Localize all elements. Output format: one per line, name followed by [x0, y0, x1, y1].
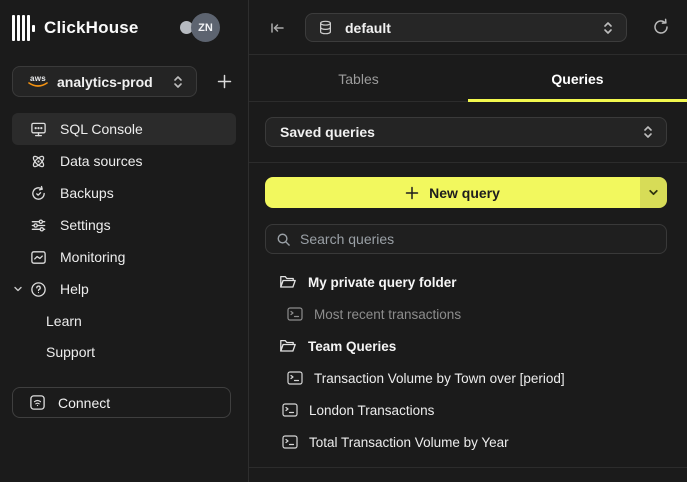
- plus-icon: [405, 186, 419, 200]
- database-name: default: [345, 20, 602, 36]
- sidebar-item-label: SQL Console: [60, 121, 143, 137]
- query-terminal-icon: [287, 307, 303, 321]
- query-label: Most recent transactions: [314, 307, 461, 322]
- query-terminal-icon: [282, 435, 298, 449]
- saved-queries-label: Saved queries: [280, 124, 642, 140]
- avatar[interactable]: ZN: [191, 13, 220, 42]
- sidebar-item-support[interactable]: Support: [12, 336, 236, 367]
- organization-name: analytics-prod: [57, 74, 172, 90]
- sidebar-item-label: Settings: [60, 217, 111, 233]
- tab-queries[interactable]: Queries: [468, 56, 687, 101]
- tab-tables[interactable]: Tables: [249, 56, 468, 101]
- aws-icon: aws: [27, 75, 49, 88]
- add-service-button[interactable]: [212, 70, 236, 94]
- sidebar-item-sql-console[interactable]: SQL Console: [12, 113, 236, 145]
- new-query-dropdown-button[interactable]: [640, 177, 667, 208]
- search-queries-input[interactable]: [300, 231, 656, 247]
- settings-icon: [30, 217, 47, 234]
- sidebar-item-label: Data sources: [60, 153, 142, 169]
- connect-icon: [29, 394, 46, 411]
- folder-label: My private query folder: [308, 275, 457, 290]
- sidebar-item-label: Backups: [60, 185, 114, 201]
- bottom-divider: [249, 467, 687, 468]
- query-row[interactable]: Most recent transactions: [249, 298, 687, 330]
- sidebar-item-settings[interactable]: Settings: [12, 209, 236, 241]
- database-select[interactable]: default: [305, 13, 627, 42]
- panel-topbar: default: [249, 0, 687, 55]
- sidebar-item-monitoring[interactable]: Monitoring: [12, 241, 236, 273]
- saved-queries-select[interactable]: Saved queries: [265, 117, 667, 147]
- new-query-button-group: New query: [265, 177, 667, 208]
- folder-open-icon: [279, 338, 297, 354]
- query-folder-row[interactable]: My private query folder: [249, 266, 687, 298]
- sql-console-icon: [30, 121, 47, 138]
- chevron-updown-icon: [172, 74, 184, 90]
- chevron-down-icon: [13, 284, 23, 294]
- query-row[interactable]: Transaction Volume by Town over [period]: [249, 362, 687, 394]
- query-row[interactable]: London Transactions: [249, 394, 687, 426]
- query-terminal-icon: [287, 371, 303, 385]
- query-terminal-icon: [282, 403, 298, 417]
- connect-label: Connect: [58, 395, 110, 411]
- sidebar: ClickHouse ZN aws analytics-prod SQL Con…: [0, 0, 248, 482]
- sidebar-nav: SQL Console Data sources Backups Setting…: [12, 113, 236, 367]
- database-icon: [318, 20, 333, 35]
- brand-header: ClickHouse ZN: [12, 12, 236, 44]
- query-row[interactable]: Total Transaction Volume by Year: [249, 426, 687, 458]
- brand-name: ClickHouse: [44, 18, 139, 38]
- monitoring-icon: [30, 249, 47, 266]
- query-label: Total Transaction Volume by Year: [309, 435, 509, 450]
- sidebar-item-backups[interactable]: Backups: [12, 177, 236, 209]
- new-query-button[interactable]: New query: [265, 177, 640, 208]
- refresh-icon[interactable]: [651, 17, 671, 37]
- connect-button[interactable]: Connect: [12, 387, 231, 418]
- query-label: Transaction Volume by Town over [period]: [314, 371, 565, 386]
- panel-tabs: Tables Queries: [249, 56, 687, 102]
- new-query-label: New query: [429, 185, 500, 201]
- backups-icon: [30, 185, 47, 202]
- search-icon: [276, 232, 291, 247]
- query-tree: My private query folder Most recent tran…: [249, 266, 687, 458]
- sidebar-item-label: Help: [60, 281, 89, 297]
- clickhouse-console-window: ClickHouse ZN aws analytics-prod SQL Con…: [0, 0, 687, 482]
- section-divider: [249, 162, 687, 163]
- collapse-panel-icon[interactable]: [267, 18, 287, 38]
- search-queries-box: [265, 224, 667, 254]
- query-folder-row[interactable]: Team Queries: [249, 330, 687, 362]
- query-label: London Transactions: [309, 403, 434, 418]
- organization-select[interactable]: aws analytics-prod: [12, 66, 197, 97]
- chevron-down-icon: [648, 187, 659, 198]
- chevron-updown-icon: [642, 124, 654, 140]
- sidebar-item-data-sources[interactable]: Data sources: [12, 145, 236, 177]
- data-sources-icon: [30, 153, 47, 170]
- sidebar-item-learn[interactable]: Learn: [12, 305, 236, 336]
- clickhouse-logo-icon[interactable]: [12, 15, 35, 41]
- chevron-updown-icon: [602, 20, 614, 36]
- explorer-panel: default Tables Queries Saved queries New…: [249, 0, 687, 482]
- folder-open-icon: [279, 274, 297, 290]
- folder-label: Team Queries: [308, 339, 396, 354]
- sidebar-item-label: Monitoring: [60, 249, 125, 265]
- sidebar-item-help[interactable]: Help: [12, 273, 236, 305]
- help-icon: [30, 281, 47, 298]
